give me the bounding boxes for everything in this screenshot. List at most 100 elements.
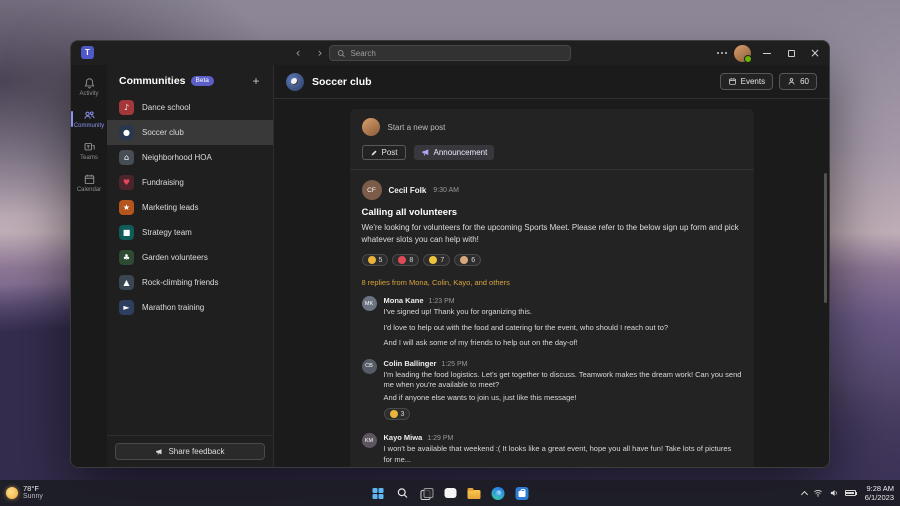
rail-item-community[interactable]: Community (71, 105, 107, 133)
star-icon: ★ (119, 200, 134, 215)
members-button[interactable]: 60 (779, 73, 817, 90)
battery-icon[interactable] (845, 490, 856, 496)
events-button[interactable]: Events (720, 73, 773, 90)
community-item-marketing-leads[interactable]: ★ Marketing leads (107, 195, 273, 220)
share-feedback-button[interactable]: Share feedback (115, 443, 265, 460)
thumbs-up-icon (368, 256, 376, 264)
replies-link[interactable]: 8 replies from Mona, Colin, Kayo, and ot… (362, 278, 742, 287)
community-item-rock-climbing[interactable]: ▲ Rock-climbing friends (107, 270, 273, 295)
community-item-fundraising[interactable]: ♥ Fundraising (107, 170, 273, 195)
teams-window: T ‹ › × Activity (70, 40, 830, 468)
tray-date: 6/1/2023 (865, 493, 894, 502)
weather-temp: 78°F (23, 485, 43, 494)
feed-card: Start a new post Post Announcement (350, 109, 754, 467)
announcement-type-button[interactable]: Announcement (414, 145, 495, 160)
edge-button[interactable] (491, 486, 506, 501)
feed-scroll-area[interactable]: Start a new post Post Announcement (274, 99, 829, 467)
rail-item-calendar[interactable]: Calendar (71, 169, 107, 197)
post-author[interactable]: Cecil Folk (389, 186, 427, 195)
soccer-club-icon: ● (119, 125, 134, 140)
reply-timestamp: 1:23 PM (429, 298, 455, 305)
edge-icon (492, 487, 505, 500)
reply-author[interactable]: Kayo Miwa (384, 433, 423, 442)
post-author-avatar[interactable]: CF (362, 180, 382, 200)
main-panel: Soccer club Events 60 (274, 65, 829, 467)
community-item-soccer-club[interactable]: ● Soccer club (107, 120, 273, 145)
back-icon[interactable]: ‹ (291, 46, 305, 60)
community-item-marathon-training[interactable]: ► Marathon training (107, 295, 273, 320)
chat-button[interactable] (443, 486, 458, 501)
events-calendar-icon (728, 77, 737, 86)
taskbar-search-button[interactable] (395, 486, 410, 501)
soccer-club-avatar (286, 73, 304, 91)
house-icon: ⌂ (119, 150, 134, 165)
heart-icon: ♥ (119, 175, 134, 190)
reply-reaction-thumbs-up[interactable]: 3 (384, 408, 411, 420)
people-icon (787, 77, 796, 86)
forward-icon[interactable]: › (313, 46, 327, 60)
communities-sidebar: Communities Beta ♪ Dance school ● Soccer… (107, 65, 274, 467)
rail-item-teams[interactable]: Teams (71, 137, 107, 165)
clock[interactable]: 9:28 AM 6/1/2023 (865, 484, 894, 502)
reply-author[interactable]: Colin Ballinger (384, 359, 437, 368)
user-avatar[interactable] (734, 45, 751, 62)
more-options-button[interactable] (710, 41, 734, 65)
search-bar[interactable] (329, 45, 571, 61)
weather-widget[interactable]: 78°F Sunny (6, 485, 43, 502)
wifi-icon[interactable] (813, 488, 823, 498)
start-button[interactable] (371, 486, 386, 501)
calendar-icon (83, 173, 96, 186)
maximize-button[interactable] (779, 41, 803, 65)
rail-item-activity[interactable]: Activity (71, 73, 107, 101)
reply-avatar[interactable]: MK (362, 296, 377, 311)
reply-mona: MK Mona Kane 1:23 PM I've signed up! Tha… (362, 296, 742, 349)
reply-avatar[interactable]: KM (362, 433, 377, 448)
add-community-button[interactable] (249, 75, 263, 87)
store-button[interactable] (515, 486, 530, 501)
search-input[interactable] (350, 49, 563, 58)
reply-text: I won't be available that weekend :( It … (384, 444, 742, 465)
beta-badge: Beta (191, 76, 214, 86)
dance-school-icon: ♪ (119, 100, 134, 115)
task-view-icon (421, 488, 432, 499)
community-item-strategy-team[interactable]: ■ Strategy team (107, 220, 273, 245)
reaction-thumbs-up[interactable]: 5 (362, 254, 389, 266)
post-reactions: 5 8 7 (362, 254, 742, 266)
channel-title: Soccer club (312, 76, 372, 88)
reply-author[interactable]: Mona Kane (384, 296, 424, 305)
close-button[interactable]: × (803, 41, 827, 65)
reaction-laugh[interactable]: 7 (423, 254, 450, 266)
feed-scrollbar[interactable] (824, 173, 827, 303)
teams-icon (83, 141, 96, 154)
minimize-button[interactable] (755, 41, 779, 65)
laugh-reaction-icon (429, 256, 437, 264)
post: CF Cecil Folk 9:30 AM Calling all volunt… (350, 170, 754, 467)
post-title: Calling all volunteers (362, 207, 742, 218)
reaction-clap[interactable]: 6 (454, 254, 481, 266)
app-rail: Activity Community Teams Calendar (71, 65, 107, 467)
search-icon (396, 487, 408, 499)
post-type-button[interactable]: Post (362, 145, 406, 160)
channel-header: Soccer club Events 60 (274, 65, 829, 99)
search-icon (337, 49, 345, 58)
community-icon (83, 109, 96, 122)
heart-reaction-icon (398, 256, 406, 264)
tray-expand-icon[interactable] (801, 490, 808, 497)
community-list: ♪ Dance school ● Soccer club ⌂ Neighborh… (107, 95, 273, 435)
community-item-dance-school[interactable]: ♪ Dance school (107, 95, 273, 120)
folder-icon (468, 490, 481, 499)
file-explorer-button[interactable] (467, 486, 482, 501)
new-post-input[interactable]: Start a new post (388, 123, 446, 132)
members-count: 60 (800, 77, 809, 86)
task-view-button[interactable] (419, 486, 434, 501)
reply-avatar[interactable]: CB (362, 359, 377, 374)
volume-icon[interactable] (829, 488, 839, 498)
community-item-garden-volunteers[interactable]: ♣ Garden volunteers (107, 245, 273, 270)
announcement-megaphone-icon (421, 148, 430, 157)
post-body: We're looking for volunteers for the upc… (362, 222, 742, 245)
community-item-neighborhood-hoa[interactable]: ⌂ Neighborhood HOA (107, 145, 273, 170)
minimize-icon (763, 53, 771, 54)
reaction-heart[interactable]: 8 (392, 254, 419, 266)
reply-text: I've signed up! Thank you for organizing… (384, 307, 669, 318)
sun-icon (6, 487, 18, 499)
